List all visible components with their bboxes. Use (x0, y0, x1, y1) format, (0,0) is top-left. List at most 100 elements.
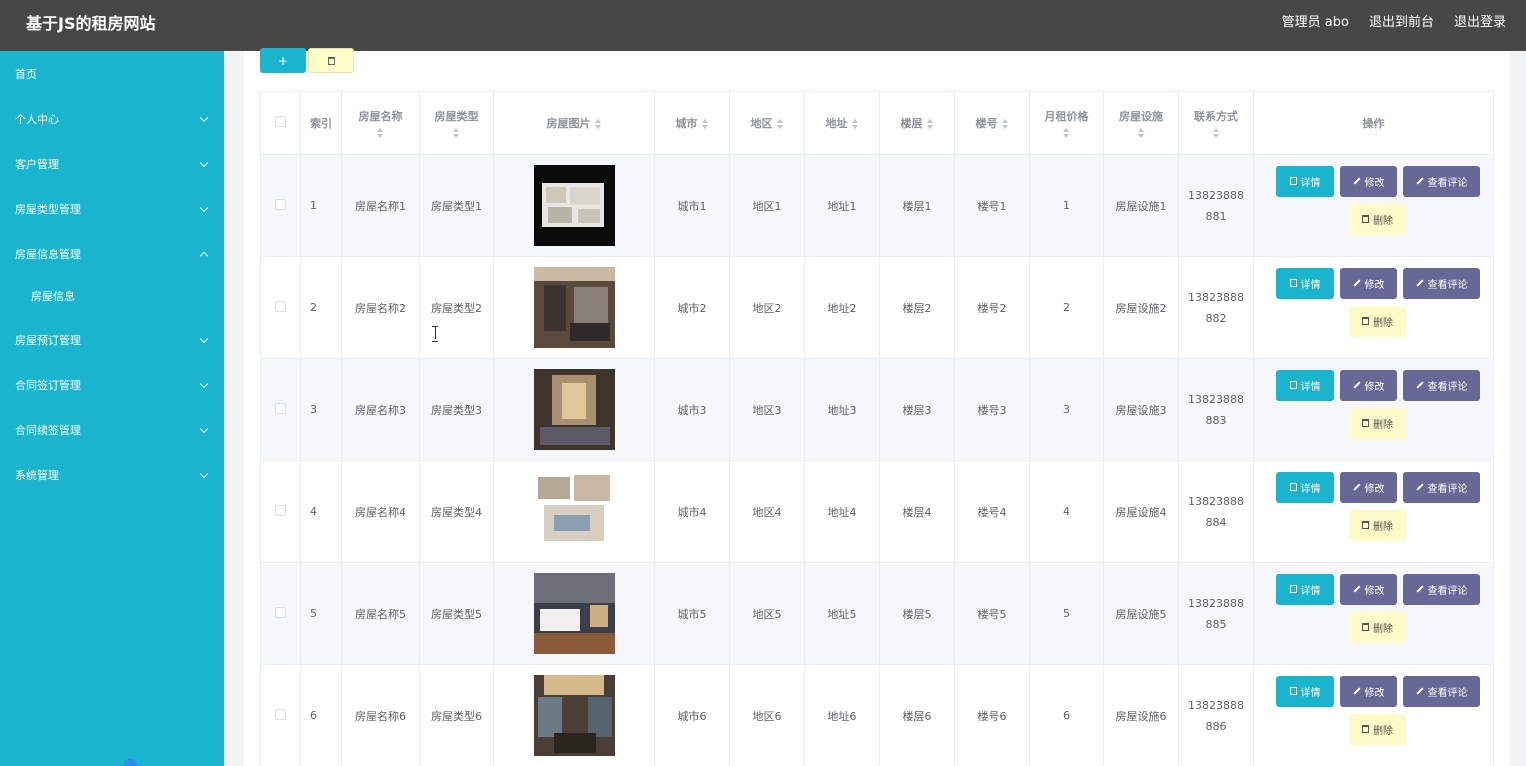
sidebar-subitem-house-info[interactable]: 房屋信息 (0, 273, 224, 318)
row-checkbox[interactable] (275, 300, 286, 312)
sort-icon[interactable] (453, 128, 460, 138)
sort-icon[interactable] (1212, 128, 1220, 138)
sort-icon[interactable] (1137, 128, 1145, 138)
cell-image (493, 358, 655, 461)
detail-button[interactable]: 详情 (1276, 471, 1334, 503)
sort-icon[interactable] (926, 119, 934, 129)
table-row[interactable]: 4 房屋名称4 房屋类型4 城市4 地区4 地址4 楼层4 楼号4 4 房屋设施… (260, 460, 1494, 563)
sidebar-item-booking-management[interactable]: 房屋预订管理 (0, 317, 224, 362)
chevron-down-icon (199, 379, 209, 388)
edit-icon (1352, 177, 1361, 185)
cell-district: 地区4 (729, 460, 805, 563)
column-header-contact[interactable]: 联系方式 (1178, 91, 1254, 155)
detail-button[interactable]: 详情 (1276, 675, 1334, 707)
logout-link[interactable]: 退出登录 (1454, 0, 1506, 46)
chevron-down-icon (199, 158, 209, 167)
cell-price: 6 (1029, 664, 1104, 766)
sidebar-item-house-type-management[interactable]: 房屋类型管理 (0, 186, 224, 231)
column-header-facility[interactable]: 房屋设施 (1103, 91, 1179, 155)
delete-button[interactable]: 删除 (1349, 203, 1406, 235)
row-checkbox[interactable] (275, 504, 286, 516)
cell-index: 5 (300, 562, 342, 665)
sort-icon[interactable] (377, 128, 384, 138)
sidebar-item-system-management[interactable]: 系统管理 (0, 452, 224, 497)
add-button[interactable]: + (260, 48, 306, 73)
detail-button[interactable]: 详情 (1276, 267, 1334, 299)
column-header-type[interactable]: 房屋类型 (419, 91, 494, 155)
cell-index: 3 (300, 358, 342, 461)
table-row[interactable]: 6 房屋名称6 房屋类型6 城市6 地区6 地址6 楼层6 楼号6 6 房屋设施… (260, 664, 1494, 766)
view-reviews-button[interactable]: 查看评论 (1403, 471, 1480, 503)
sort-icon[interactable] (851, 119, 859, 129)
cell-type: 房屋类型3 (419, 358, 494, 461)
column-header-index[interactable]: 索引 (300, 91, 342, 155)
sort-icon[interactable] (1001, 119, 1009, 129)
sort-icon[interactable] (776, 119, 784, 129)
column-header-image[interactable]: 房屋图片 (493, 91, 655, 155)
sidebar-item-contract-signing[interactable]: 合同签订管理 (0, 362, 224, 407)
sidebar-item-customer-management[interactable]: 客户管理 (0, 141, 224, 186)
cell-index: 1 (300, 154, 342, 257)
view-reviews-button[interactable]: 查看评论 (1403, 369, 1480, 401)
edit-button[interactable]: 修改 (1340, 471, 1397, 503)
row-checkbox[interactable] (275, 708, 286, 720)
row-checkbox[interactable] (275, 606, 286, 618)
table-row[interactable]: 3 房屋名称3 房屋类型3 城市3 地区3 地址3 楼层3 楼号3 3 房屋设施… (260, 358, 1494, 461)
house-image (533, 471, 615, 552)
column-header-price[interactable]: 月租价格 (1029, 91, 1104, 155)
sidebar: 首页 个人中心 客户管理 房屋类型管理 房屋信息管理 房屋信息 房屋预订管理 合… (0, 51, 224, 766)
view-reviews-button[interactable]: 查看评论 (1403, 165, 1480, 197)
row-checkbox[interactable] (275, 402, 286, 414)
edit-button[interactable]: 修改 (1340, 267, 1397, 299)
delete-button[interactable]: 删除 (1349, 611, 1406, 643)
delete-button[interactable]: 删除 (1349, 509, 1406, 541)
batch-delete-button[interactable] (308, 48, 354, 73)
detail-button[interactable]: 详情 (1276, 165, 1334, 197)
sort-icon[interactable] (1063, 128, 1070, 138)
column-header-district[interactable]: 地区 (729, 91, 805, 155)
cell-type: 房屋类型4 (419, 460, 494, 563)
cell-address: 地址2 (804, 256, 880, 359)
detail-button-label: 详情 (1300, 381, 1321, 393)
cell-district: 地区2 (729, 256, 805, 359)
column-header-city[interactable]: 城市 (654, 91, 730, 155)
admin-user-label[interactable]: 管理员 abo (1282, 0, 1349, 46)
delete-button[interactable]: 删除 (1349, 713, 1406, 745)
column-header-address[interactable]: 地址 (804, 91, 880, 155)
delete-button[interactable]: 删除 (1349, 305, 1406, 337)
delete-button[interactable]: 删除 (1349, 407, 1406, 439)
cell-city: 城市4 (654, 460, 730, 563)
column-header-name[interactable]: 房屋名称 (341, 91, 420, 155)
sidebar-item-contract-renewal[interactable]: 合同续签管理 (0, 407, 224, 452)
cell-index: 2 (300, 256, 342, 359)
row-actions: 详情 修改 查看评论 删除 (1258, 675, 1489, 756)
table-row[interactable]: 5 房屋名称5 房屋类型5 城市5 地区5 地址5 楼层5 楼号5 5 房屋设施… (260, 562, 1494, 665)
view-reviews-button[interactable]: 查看评论 (1403, 573, 1480, 605)
table-row[interactable]: 1 房屋名称1 房屋类型1 城市1 地区1 地址1 楼层1 楼号1 1 房屋设施… (260, 154, 1494, 257)
chevron-down-icon (199, 203, 209, 212)
cell-address: 地址3 (804, 358, 880, 461)
cell-price: 5 (1029, 562, 1104, 665)
select-all-checkbox[interactable] (275, 116, 286, 127)
row-checkbox[interactable] (275, 198, 286, 210)
sidebar-item-house-info-management[interactable]: 房屋信息管理 (0, 231, 224, 276)
table-row[interactable]: 2 房屋名称2 房屋类型2 城市2 地区2 地址2 楼层2 楼号2 2 房屋设施… (260, 256, 1494, 359)
sort-icon[interactable] (594, 119, 602, 129)
view-reviews-button[interactable]: 查看评论 (1403, 267, 1480, 299)
column-header-floor[interactable]: 楼层 (879, 91, 955, 155)
edit-button[interactable]: 修改 (1340, 573, 1397, 605)
detail-button[interactable]: 详情 (1276, 369, 1334, 401)
sidebar-item-home[interactable]: 首页 (0, 51, 224, 96)
column-header-building[interactable]: 楼号 (954, 91, 1030, 155)
cell-building: 楼号4 (954, 460, 1030, 563)
edit-button[interactable]: 修改 (1340, 369, 1397, 401)
edit-button[interactable]: 修改 (1340, 675, 1397, 707)
house-image (533, 369, 615, 450)
view-reviews-button[interactable]: 查看评论 (1403, 675, 1480, 707)
back-to-front-link[interactable]: 退出到前台 (1369, 0, 1434, 46)
edit-button[interactable]: 修改 (1340, 165, 1397, 197)
sort-icon[interactable] (701, 119, 709, 129)
cell-district: 地区6 (729, 664, 805, 766)
sidebar-item-personal-center[interactable]: 个人中心 (0, 96, 224, 141)
detail-button[interactable]: 详情 (1276, 573, 1334, 605)
